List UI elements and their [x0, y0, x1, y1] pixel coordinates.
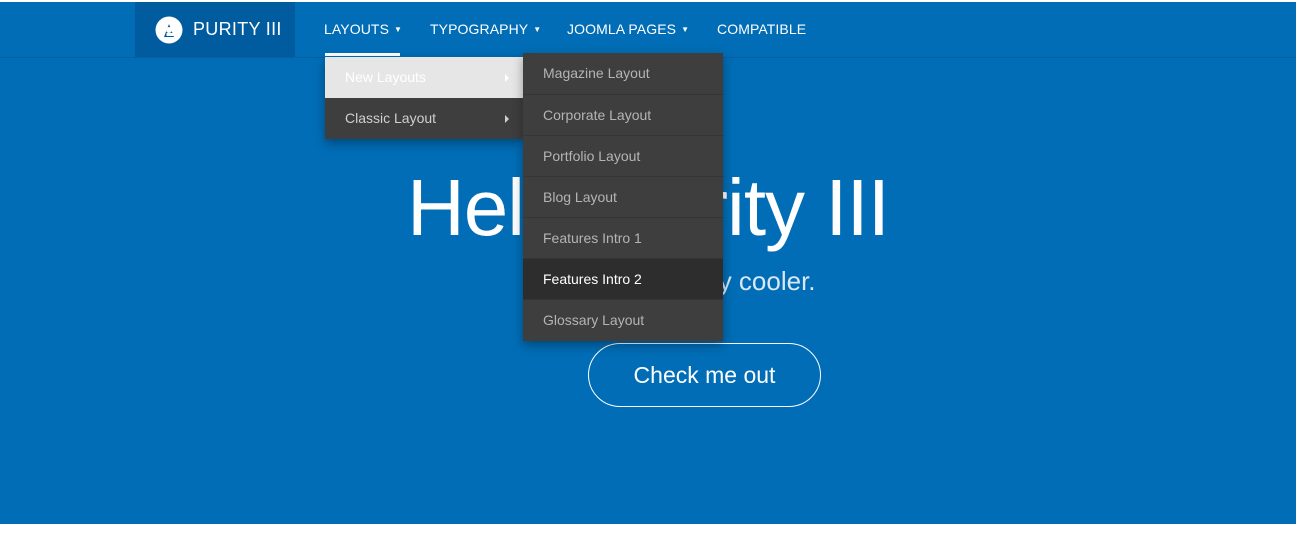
menu-item-classic-layout[interactable]: Classic Layout [325, 98, 523, 139]
menu-item-features-intro-2[interactable]: Features Intro 2 [523, 258, 723, 299]
nav-active-indicator [325, 53, 400, 56]
layouts-dropdown: New Layouts Classic Layout [325, 57, 523, 139]
new-layouts-submenu: Magazine Layout Corporate Layout Portfol… [523, 53, 723, 341]
menu-item-blog-layout[interactable]: Blog Layout [523, 176, 723, 217]
nav-joomla-pages-label: JOOMLA PAGES [567, 21, 677, 37]
caret-down-icon: ▼ [394, 25, 403, 34]
nav-compatible[interactable]: COMPATIBLE [717, 2, 806, 57]
chevron-right-icon [505, 74, 509, 82]
brand[interactable]: PURITY III [135, 2, 295, 57]
menu-item-magazine-layout[interactable]: Magazine Layout [523, 53, 723, 94]
top-navbar: PURITY III LAYOUTS ▼ TYPOGRAPHY ▼ JOOMLA P… [0, 2, 1296, 58]
nav-layouts-label: LAYOUTS [324, 21, 390, 37]
menu-item-portfolio-layout[interactable]: Portfolio Layout [523, 135, 723, 176]
chevron-right-icon [505, 115, 509, 123]
nav-joomla-pages[interactable]: JOOMLA PAGES ▼ [567, 2, 689, 57]
menu-item-label: Classic Layout [345, 110, 437, 126]
nav-typography-label: TYPOGRAPHY [430, 21, 529, 37]
caret-down-icon: ▼ [681, 25, 690, 34]
brand-name: PURITY III [193, 19, 282, 39]
caret-down-icon: ▼ [533, 25, 542, 34]
purity-logo-icon [155, 16, 183, 43]
menu-item-corporate-layout[interactable]: Corporate Layout [523, 94, 723, 135]
menu-item-glossary-layout[interactable]: Glossary Layout [523, 299, 723, 340]
menu-item-features-intro-1[interactable]: Features Intro 1 [523, 217, 723, 258]
nav-compatible-label: COMPATIBLE [717, 21, 807, 37]
menu-item-new-layouts[interactable]: New Layouts [325, 57, 523, 98]
nav-layouts[interactable]: LAYOUTS ▼ [324, 2, 402, 57]
nav-typography[interactable]: TYPOGRAPHY ▼ [430, 2, 541, 57]
check-me-out-button[interactable]: Check me out [588, 343, 821, 407]
menu-item-label: New Layouts [345, 69, 426, 85]
